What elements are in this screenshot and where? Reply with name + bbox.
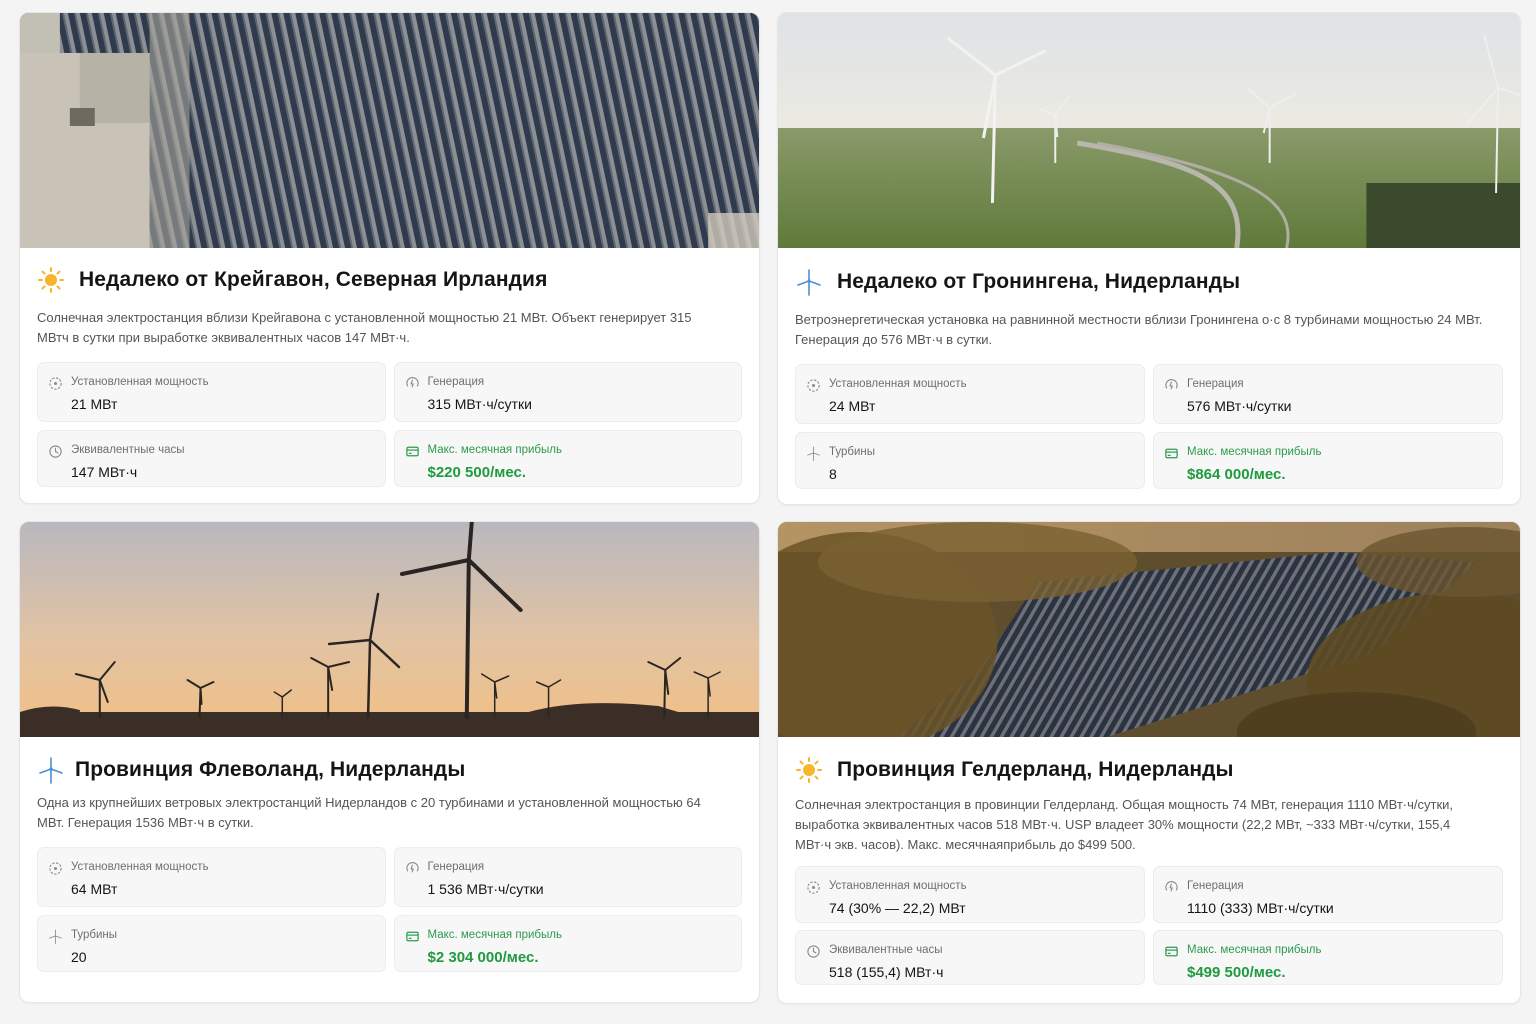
plant-card-groningen[interactable]: Недалеко от Гронингена, Нидерланды Ветро… xyxy=(777,12,1521,505)
stat-label: Макс. месячная прибыль xyxy=(427,444,562,456)
stat-value: 315 МВт·ч/сутки xyxy=(427,396,532,412)
stat-value: 147 МВт·ч xyxy=(71,464,138,480)
stat-value: 64 МВт xyxy=(71,881,118,897)
plant-description: Солнечная электростанция вблизи Крейгаво… xyxy=(37,310,692,345)
stat-value: 20 xyxy=(71,949,87,965)
stat-max-profit: Макс. месячная прибыль $499 500/мес. xyxy=(1153,930,1503,985)
plant-title: Провинция Гелдерланд, Нидерланды xyxy=(837,758,1234,781)
stat-value: 576 МВт·ч/сутки xyxy=(1187,398,1292,414)
stat-label: Установленная мощность xyxy=(71,376,209,388)
capacity-icon xyxy=(48,861,63,876)
plant-photo xyxy=(778,522,1520,737)
stat-equivalent-hours: Эквивалентные часы 518 (155,4) МВт·ч xyxy=(795,930,1145,985)
stat-value: $220 500/мес. xyxy=(427,464,526,481)
plant-title: Недалеко от Гронингена, Нидерланды xyxy=(837,270,1241,293)
stat-label: Эквивалентные часы xyxy=(829,944,943,956)
wind-turbine-icon xyxy=(806,446,821,461)
capacity-icon xyxy=(806,880,821,895)
stat-generation: Генерация 315 МВт·ч/сутки xyxy=(393,362,742,422)
stat-value: 1 536 МВт·ч/сутки xyxy=(427,881,544,897)
stat-value: 21 МВт xyxy=(71,396,118,412)
stat-label: Эквивалентные часы xyxy=(71,444,185,456)
plant-photo xyxy=(20,522,759,737)
plant-description: Одна из крупнейших ветровых электростанц… xyxy=(37,795,701,830)
plant-description: Ветроэнергетическая установка на равнинн… xyxy=(795,312,1483,347)
stat-label: Макс. месячная прибыль xyxy=(427,929,562,941)
stat-label: Турбины xyxy=(71,929,118,941)
stat-value: 518 (155,4) МВт·ч xyxy=(829,964,944,980)
stat-label: Турбины xyxy=(829,446,876,458)
stat-value: $864 000/мес. xyxy=(1187,466,1286,483)
stat-label: Генерация xyxy=(427,376,485,388)
wallet-icon xyxy=(1164,446,1179,461)
stat-turbines: Турбины 20 xyxy=(37,915,386,972)
wallet-icon xyxy=(405,444,420,459)
plant-card-gelderland[interactable]: Провинция Гелдерланд, Нидерланды Солнечн… xyxy=(777,521,1521,1004)
stat-value: 74 (30% — 22,2) МВт xyxy=(829,900,966,916)
stat-capacity: Установленная мощность 24 МВт xyxy=(795,364,1145,424)
stat-capacity: Установленная мощность 74 (30% — 22,2) М… xyxy=(795,866,1145,923)
stat-label: Генерация xyxy=(1187,880,1244,892)
stat-max-profit: Макс. месячная прибыль $2 304 000/мес. xyxy=(393,915,742,972)
stat-max-profit: Макс. месячная прибыль $864 000/мес. xyxy=(1153,432,1503,489)
clock-icon xyxy=(806,944,821,959)
stat-turbines: Турбины 8 xyxy=(795,432,1145,489)
generation-icon xyxy=(1164,880,1179,895)
stat-value: 8 xyxy=(829,466,837,482)
plant-description: Солнечная электростанция в провинции Гел… xyxy=(795,797,1454,852)
generation-icon xyxy=(405,861,420,876)
wind-turbine-icon xyxy=(795,268,823,296)
stat-max-profit: Макс. месячная прибыль $220 500/мес. xyxy=(393,430,742,487)
stat-value: 24 МВт xyxy=(829,398,876,414)
plant-photo xyxy=(778,13,1520,248)
stat-generation: Генерация 576 МВт·ч/сутки xyxy=(1153,364,1503,424)
stat-capacity: Установленная мощность 21 МВт xyxy=(37,362,386,422)
capacity-icon xyxy=(806,378,821,393)
plant-card-craigavon[interactable]: Недалеко от Крейгавон, Северная Ирландия… xyxy=(19,12,760,504)
plant-card-flevoland[interactable]: Провинция Флеволанд, Нидерланды Одна из … xyxy=(19,521,760,1003)
stat-label: Установленная мощность xyxy=(829,880,967,892)
stat-label: Генерация xyxy=(427,861,485,873)
stat-value: $499 500/мес. xyxy=(1187,964,1286,981)
plant-photo xyxy=(20,13,759,248)
stat-capacity: Установленная мощность 64 МВт xyxy=(37,847,386,907)
generation-icon xyxy=(405,376,420,391)
wallet-icon xyxy=(405,929,420,944)
wind-turbine-icon xyxy=(48,929,63,944)
stat-value: 1110 (333) МВт·ч/сутки xyxy=(1187,900,1334,916)
generation-icon xyxy=(1164,378,1179,393)
stat-label: Установленная мощность xyxy=(71,861,209,873)
capacity-icon xyxy=(48,376,63,391)
wallet-icon xyxy=(1164,944,1179,959)
clock-icon xyxy=(48,444,63,459)
stat-generation: Генерация 1110 (333) МВт·ч/сутки xyxy=(1153,866,1503,923)
stat-generation: Генерация 1 536 МВт·ч/сутки xyxy=(393,847,742,907)
stat-label: Макс. месячная прибыль xyxy=(1187,944,1322,956)
wind-turbine-icon xyxy=(37,756,65,784)
plant-title: Провинция Флеволанд, Нидерланды xyxy=(75,758,466,781)
sun-icon xyxy=(795,756,823,784)
stat-value: $2 304 000/мес. xyxy=(427,949,539,966)
sun-icon xyxy=(37,266,65,294)
stat-equivalent-hours: Эквивалентные часы 147 МВт·ч xyxy=(37,430,386,487)
stat-label: Установленная мощность xyxy=(829,378,967,390)
plant-title: Недалеко от Крейгавон, Северная Ирландия xyxy=(79,268,548,291)
stat-label: Генерация xyxy=(1187,378,1244,390)
stat-label: Макс. месячная прибыль xyxy=(1187,446,1322,458)
